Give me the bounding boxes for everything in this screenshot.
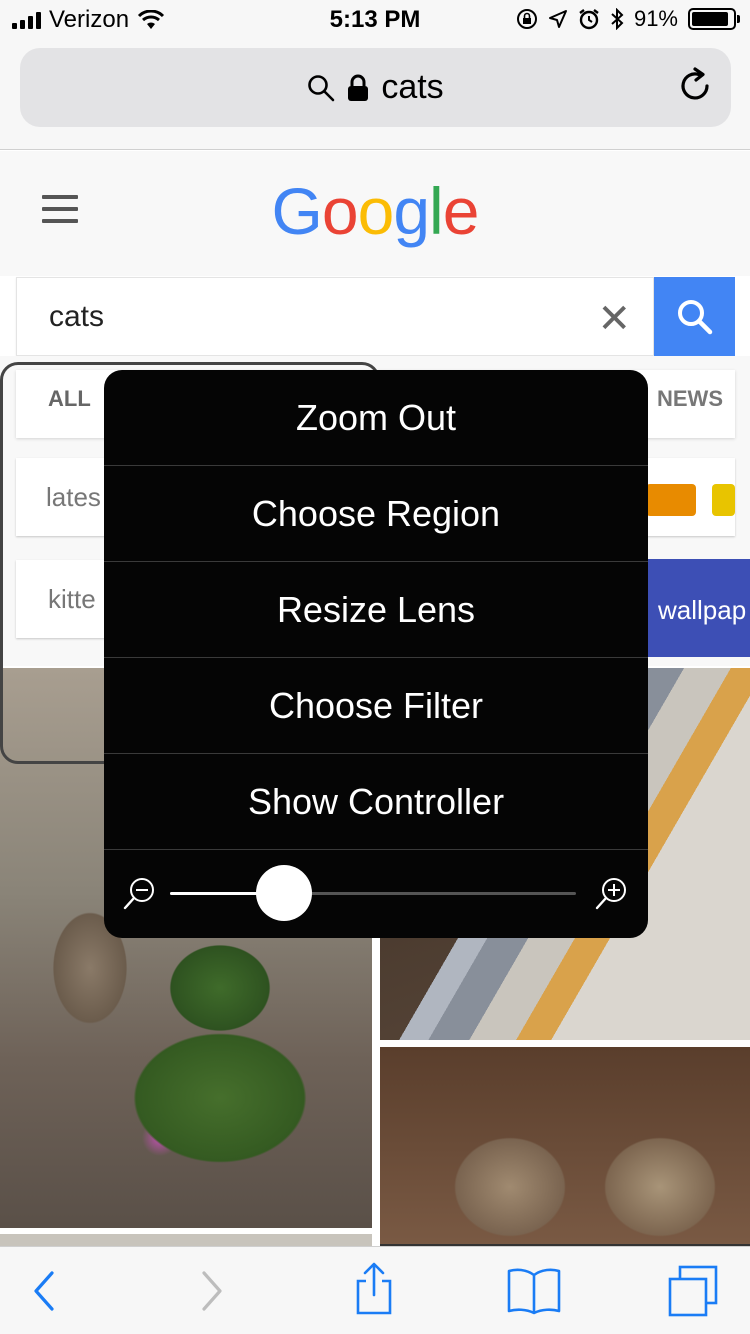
google-logo-letter: G xyxy=(271,174,323,248)
google-logo-letter: l xyxy=(429,174,444,248)
status-bar: Verizon 5:13 PM 91% xyxy=(0,0,750,40)
url-bar[interactable]: cats xyxy=(20,48,731,127)
zoom-in-icon[interactable] xyxy=(594,876,630,912)
lock-icon xyxy=(348,74,369,101)
tab-news[interactable]: NEWS xyxy=(657,386,723,412)
battery-icon xyxy=(688,8,740,30)
reload-icon[interactable] xyxy=(679,66,713,104)
search-icon xyxy=(308,74,335,101)
choose-region-menu-item[interactable]: Choose Region xyxy=(104,466,648,562)
chip-wallpaper[interactable]: wallpap xyxy=(646,559,750,657)
bluetooth-icon xyxy=(611,8,624,30)
rotation-lock-icon xyxy=(516,9,537,29)
zoom-slider-row xyxy=(104,850,648,938)
choose-filter-menu-item[interactable]: Choose Filter xyxy=(104,658,648,754)
show-controller-menu-item[interactable]: Show Controller xyxy=(104,754,648,850)
resize-lens-menu-item[interactable]: Resize Lens xyxy=(104,562,648,658)
tabs-icon[interactable] xyxy=(666,1265,720,1317)
chip-wallpaper-label: wallpap xyxy=(658,595,747,625)
browser-toolbar xyxy=(0,1246,750,1334)
clear-icon[interactable]: ✕ xyxy=(597,296,631,342)
search-icon xyxy=(677,299,712,334)
result-image-kittens-sleeping[interactable] xyxy=(380,1047,750,1247)
google-logo-letter: g xyxy=(393,174,430,248)
alarm-icon xyxy=(579,9,599,30)
google-logo[interactable]: Google xyxy=(0,173,750,249)
url-center: cats xyxy=(20,68,731,107)
google-header: Google xyxy=(0,151,750,276)
zoom-out-icon[interactable] xyxy=(122,876,158,912)
browser-top-bar: cats xyxy=(0,40,750,150)
chip-yellow[interactable] xyxy=(712,484,735,516)
status-right: 91% xyxy=(516,6,740,32)
share-icon[interactable] xyxy=(352,1261,396,1317)
zoom-out-menu-item[interactable]: Zoom Out xyxy=(104,370,648,466)
bookmarks-icon[interactable] xyxy=(506,1265,562,1315)
result-image-partial[interactable] xyxy=(0,1234,372,1246)
google-logo-letter: o xyxy=(357,174,395,248)
battery-fill xyxy=(692,12,729,26)
google-logo-letter: o xyxy=(321,174,359,248)
search-button[interactable] xyxy=(654,277,735,356)
google-logo-letter: e xyxy=(442,174,480,248)
location-icon xyxy=(548,10,567,28)
battery-percent: 91% xyxy=(633,6,678,31)
zoom-slider[interactable] xyxy=(170,865,576,921)
forward-icon[interactable] xyxy=(198,1269,226,1313)
url-text: cats xyxy=(381,68,444,106)
zoom-slider-thumb[interactable] xyxy=(255,865,312,921)
search-input[interactable]: cats ✕ xyxy=(16,277,654,356)
zoom-menu: Zoom Out Choose Region Resize Lens Choos… xyxy=(104,370,648,938)
chip-orange[interactable] xyxy=(646,484,696,516)
back-icon[interactable] xyxy=(30,1269,58,1313)
google-logo-letters: Google xyxy=(271,174,480,248)
search-query: cats xyxy=(49,300,105,333)
